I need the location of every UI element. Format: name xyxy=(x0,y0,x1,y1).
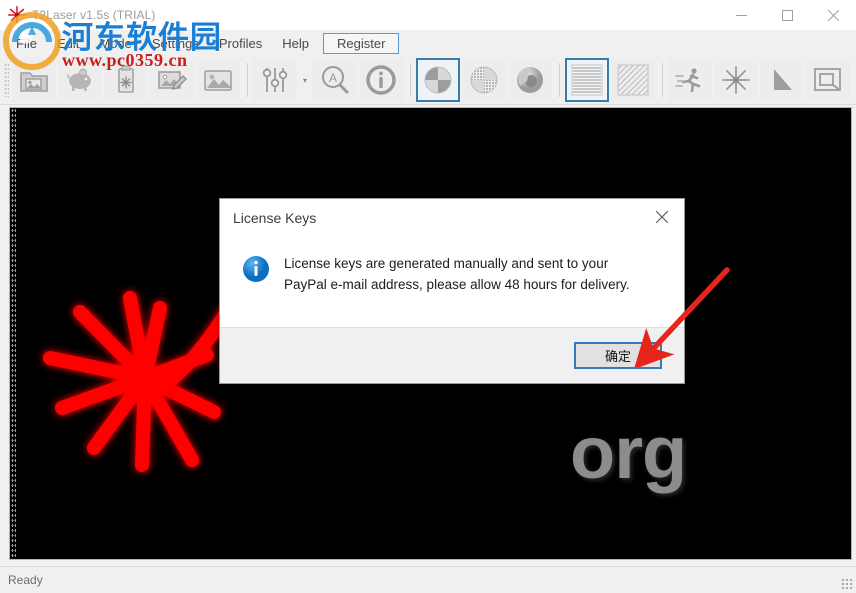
toolbar-separator-4 xyxy=(662,63,663,97)
dialog-footer: 确定 xyxy=(220,327,684,383)
triangle-icon xyxy=(774,69,792,90)
svg-text:A: A xyxy=(329,71,337,85)
dialog-close-button[interactable] xyxy=(639,199,684,235)
window-controls xyxy=(718,0,856,31)
frame-icon xyxy=(814,68,841,91)
toolbar-separator-2 xyxy=(410,63,411,97)
piggy-bank-icon xyxy=(64,64,96,96)
edit-image-icon xyxy=(158,71,187,90)
status-text: Ready xyxy=(8,573,43,587)
toolbar: ▾ A xyxy=(0,56,856,105)
maximize-button[interactable] xyxy=(764,0,810,31)
dialog-title: License Keys xyxy=(233,210,317,226)
canvas-left-grip[interactable] xyxy=(11,108,16,559)
minimize-button[interactable] xyxy=(718,0,764,31)
pie-quarters-icon xyxy=(424,66,452,94)
window-title: T2Laser v1.5s (TRIAL) xyxy=(32,8,156,22)
menu-edit[interactable]: Edit xyxy=(47,34,89,53)
resize-grip[interactable] xyxy=(841,578,854,591)
diagonal-hatch-icon xyxy=(617,64,649,96)
menu-register[interactable]: Register xyxy=(322,33,400,54)
sphere-icon xyxy=(517,67,543,93)
toolbar-info-button[interactable] xyxy=(359,58,403,102)
app-icon xyxy=(6,4,28,26)
sliders-icon xyxy=(262,68,288,92)
dialog-ok-button[interactable]: 确定 xyxy=(574,342,662,369)
toolbar-dither-button[interactable] xyxy=(462,58,506,102)
toolbar-edit-image-button[interactable] xyxy=(150,58,194,102)
toolbar-adjustments-button[interactable] xyxy=(253,58,297,102)
laser-burst-icon xyxy=(722,66,750,94)
dialog-message: License keys are generated manually and … xyxy=(284,256,630,292)
menu-bar: File Edit Mode Settings Profiles Help Re… xyxy=(0,31,856,56)
close-button[interactable] xyxy=(810,0,856,31)
dialog-body: License keys are generated manually and … xyxy=(220,237,684,327)
usb-drive-icon xyxy=(118,65,134,93)
title-bar: T2Laser v1.5s (TRIAL) xyxy=(0,0,856,31)
toolbar-run-button[interactable] xyxy=(668,58,712,102)
pie-dither-icon xyxy=(470,66,498,94)
toolbar-save-button[interactable] xyxy=(58,58,102,102)
info-circle-icon xyxy=(366,65,396,95)
toolbar-vector-button[interactable] xyxy=(760,58,804,102)
magnifier-a-icon: A xyxy=(322,66,349,94)
menu-settings[interactable]: Settings xyxy=(142,34,209,53)
toolbar-frame-button[interactable] xyxy=(806,58,850,102)
toolbar-trace-button[interactable]: A xyxy=(313,58,357,102)
toolbar-diagonal-scan-button[interactable] xyxy=(611,58,655,102)
toolbar-threshold-button[interactable] xyxy=(416,58,460,102)
toolbar-laser-button[interactable] xyxy=(714,58,758,102)
picture-icon xyxy=(204,70,232,91)
toolbar-drag-grip[interactable] xyxy=(4,63,9,97)
menu-mode[interactable]: Mode xyxy=(89,34,142,53)
toolbar-horizontal-scan-button[interactable] xyxy=(565,58,609,102)
menu-file[interactable]: File xyxy=(6,34,47,53)
menu-help[interactable]: Help xyxy=(272,34,319,53)
horizontal-lines-icon xyxy=(571,64,603,96)
toolbar-separator-3 xyxy=(559,63,560,97)
open-image-icon xyxy=(18,64,50,96)
info-circle-icon xyxy=(242,255,270,283)
canvas-background-text: org xyxy=(570,411,687,494)
toolbar-picture-button[interactable] xyxy=(196,58,240,102)
dialog-title-bar: License Keys xyxy=(220,199,684,237)
toolbar-separator-1 xyxy=(247,63,248,97)
runner-icon xyxy=(675,68,701,93)
application-window: T2Laser v1.5s (TRIAL) File Edit Mode Set… xyxy=(0,0,856,593)
toolbar-usb-button[interactable] xyxy=(104,58,148,102)
toolbar-adjustments-dropdown[interactable]: ▾ xyxy=(299,58,311,102)
toolbar-grayscale-button[interactable] xyxy=(508,58,552,102)
toolbar-open-image-button[interactable] xyxy=(12,58,56,102)
menu-profiles[interactable]: Profiles xyxy=(209,34,272,53)
license-keys-dialog: License Keys License keys are generated … xyxy=(219,198,685,384)
status-bar: Ready xyxy=(0,566,856,593)
